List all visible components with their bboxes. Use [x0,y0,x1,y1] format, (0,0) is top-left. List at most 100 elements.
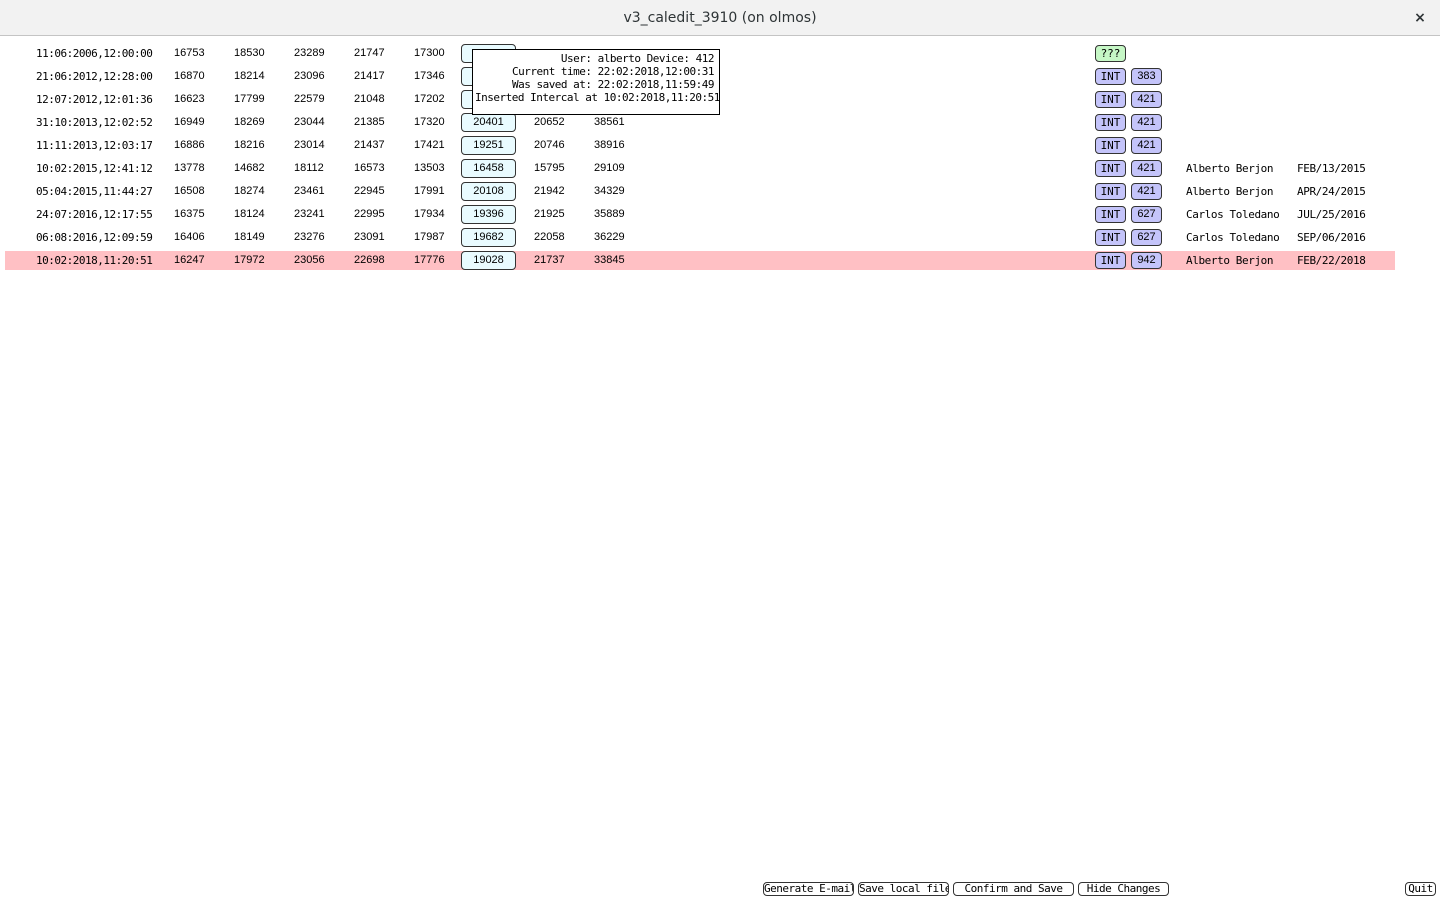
device-tag[interactable]: 383 [1131,68,1162,85]
value-cell: 20652 [534,116,565,128]
value-cell: 21385 [354,116,385,128]
value-cell: 16375 [174,208,205,220]
operator-name: Alberto Berjon [1186,254,1274,267]
type-tag[interactable]: INT [1095,206,1126,223]
device-tag[interactable]: 421 [1131,114,1162,131]
value-cell: 13503 [414,162,445,174]
value-cell: 21925 [534,208,565,220]
value-cell: 23276 [294,231,325,243]
type-tag[interactable]: ??? [1095,45,1126,62]
value-cell: 29109 [594,162,625,174]
value-cell: 23056 [294,254,325,266]
value-cell: 18149 [234,231,265,243]
save-local-file-button[interactable]: Save local file [858,882,949,896]
generate-email-button[interactable]: Generate E-mail [763,882,854,896]
value-cell: 18530 [234,47,265,59]
value-cell: 38916 [594,139,625,151]
type-tag[interactable]: INT [1095,91,1126,108]
tooltip-saved-at: Was saved at: 22:02:2018,11:59:49 [511,78,715,91]
timestamp: 11:06:2006,12:00:00 [36,47,153,60]
value-cell: 22058 [534,231,565,243]
value-cell: 16886 [174,139,205,151]
value-cell: 17776 [414,254,445,266]
table-row[interactable]: 05:04:2015,11:44:27 16508 18274 23461 22… [5,182,1395,201]
timestamp: 10:02:2015,12:41:12 [36,162,153,175]
value-cell: 22579 [294,93,325,105]
value-cell: 16949 [174,116,205,128]
value-cell: 23289 [294,47,325,59]
entry-date: FEB/22/2018 [1297,254,1366,267]
type-tag[interactable]: INT [1095,183,1126,200]
value-cell: 22945 [354,185,385,197]
confirm-and-save-button[interactable]: Confirm and Save [953,882,1074,896]
operator-name: Alberto Berjon [1186,162,1274,175]
device-tag[interactable]: 421 [1131,160,1162,177]
value-cell: 23044 [294,116,325,128]
timestamp: 31:10:2013,12:02:52 [36,116,153,129]
value-box[interactable]: 19682 [461,228,516,247]
device-tag[interactable]: 421 [1131,91,1162,108]
device-tag[interactable]: 421 [1131,137,1162,154]
value-box[interactable]: 20401 [461,113,516,132]
value-cell: 17346 [414,70,445,82]
quit-button[interactable]: Quit [1405,882,1436,896]
device-tag[interactable]: 942 [1131,252,1162,269]
window-titlebar: v3_caledit_3910 (on olmos) × [0,0,1440,36]
value-cell: 34329 [594,185,625,197]
value-cell: 23014 [294,139,325,151]
type-tag[interactable]: INT [1095,229,1126,246]
table-row[interactable]: 06:08:2016,12:09:59 16406 18149 23276 23… [5,228,1395,247]
value-cell: 17987 [414,231,445,243]
value-box[interactable]: 20108 [461,182,516,201]
device-tag[interactable]: 627 [1131,206,1162,223]
type-tag[interactable]: INT [1095,252,1126,269]
value-cell: 23241 [294,208,325,220]
value-cell: 15795 [534,162,565,174]
table-row[interactable]: 11:11:2013,12:03:17 16886 18216 23014 21… [5,136,1395,155]
value-box[interactable]: 16458 [461,159,516,178]
table-row[interactable]: 24:07:2016,12:17:55 16375 18124 23241 22… [5,205,1395,224]
value-cell: 16508 [174,185,205,197]
value-cell: 21942 [534,185,565,197]
value-box[interactable]: 19251 [461,136,516,155]
value-box[interactable]: 19028 [461,251,516,270]
device-tag[interactable]: 421 [1131,183,1162,200]
value-box[interactable]: 19396 [461,205,516,224]
value-cell: 23091 [354,231,385,243]
type-tag[interactable]: INT [1095,160,1126,177]
timestamp: 10:02:2018,11:20:51 [36,254,153,267]
value-cell: 17991 [414,185,445,197]
value-cell: 20746 [534,139,565,151]
table-row[interactable]: 31:10:2013,12:02:52 16949 18269 23044 21… [5,113,1395,132]
entry-date: JUL/25/2016 [1297,208,1366,221]
value-cell: 17934 [414,208,445,220]
tooltip-current-time: Current time: 22:02:2018,12:00:31 [511,65,715,78]
value-cell: 17421 [414,139,445,151]
value-cell: 21417 [354,70,385,82]
value-cell: 35889 [594,208,625,220]
value-cell: 17300 [414,47,445,59]
timestamp: 05:04:2015,11:44:27 [36,185,153,198]
value-cell: 17320 [414,116,445,128]
table-row[interactable]: 10:02:2015,12:41:12 13778 14682 18112 16… [5,159,1395,178]
value-cell: 38561 [594,116,625,128]
value-cell: 16573 [354,162,385,174]
hide-changes-button[interactable]: Hide Changes [1078,882,1169,896]
table-row-selected[interactable]: 10:02:2018,11:20:51 16247 17972 23056 22… [5,251,1395,270]
type-tag[interactable]: INT [1095,137,1126,154]
value-cell: 18112 [294,162,324,174]
value-cell: 22995 [354,208,385,220]
type-tag[interactable]: INT [1095,68,1126,85]
value-cell: 17972 [234,254,265,266]
value-cell: 16247 [174,254,205,266]
calibration-table: 11:06:2006,12:00:00 16753 18530 23289 21… [0,37,1440,900]
tooltip-user-line: User: alberto Device: 412 [560,52,715,65]
value-cell: 13778 [174,162,205,174]
device-tag[interactable]: 627 [1131,229,1162,246]
value-cell: 21737 [534,254,565,266]
type-tag[interactable]: INT [1095,114,1126,131]
value-cell: 36229 [594,231,625,243]
value-cell: 33845 [594,254,625,266]
close-icon[interactable]: × [1410,8,1430,28]
entry-date: APR/24/2015 [1297,185,1366,198]
